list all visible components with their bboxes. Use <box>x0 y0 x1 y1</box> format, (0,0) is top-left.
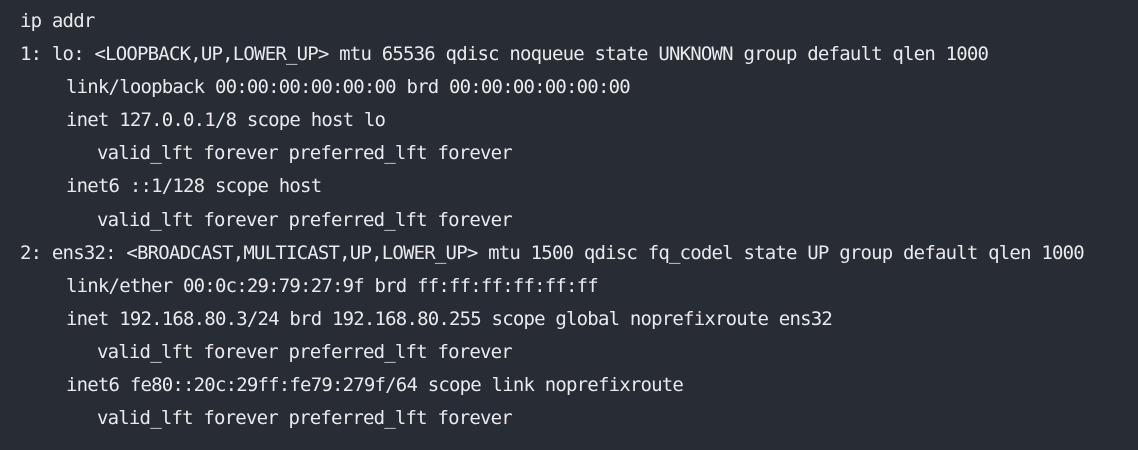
command-line: ip addr <box>20 10 95 32</box>
ens32-inet6-lifetime-line: valid_lft forever preferred_lft forever <box>97 407 513 430</box>
ens32-inet6-line: inet6 fe80::20c:29ff:fe79:279f/64 scope … <box>66 374 684 397</box>
ens32-link-line: link/ether 00:0c:29:79:27:9f brd ff:ff:f… <box>66 274 599 297</box>
lo-inet6-line: inet6 ::1/128 scope host <box>66 175 322 198</box>
lo-inet-line: inet 127.0.0.1/8 scope host lo <box>66 109 386 132</box>
interface-ens32-header: 2: ens32: <BROADCAST,MULTICAST,UP,LOWER_… <box>20 241 1085 264</box>
ens32-inet-line: inet 192.168.80.3/24 brd 192.168.80.255 … <box>66 307 833 330</box>
ens32-inet-lifetime-line: valid_lft forever preferred_lft forever <box>97 340 513 363</box>
terminal-output: ip addr 1: lo: <LOOPBACK,UP,LOWER_UP> mt… <box>0 0 1138 450</box>
lo-inet6-lifetime-line: valid_lft forever preferred_lft forever <box>97 208 513 231</box>
interface-lo-header: 1: lo: <LOOPBACK,UP,LOWER_UP> mtu 65536 … <box>20 43 989 66</box>
lo-inet-lifetime-line: valid_lft forever preferred_lft forever <box>97 142 513 165</box>
lo-link-line: link/loopback 00:00:00:00:00:00 brd 00:0… <box>66 76 631 99</box>
